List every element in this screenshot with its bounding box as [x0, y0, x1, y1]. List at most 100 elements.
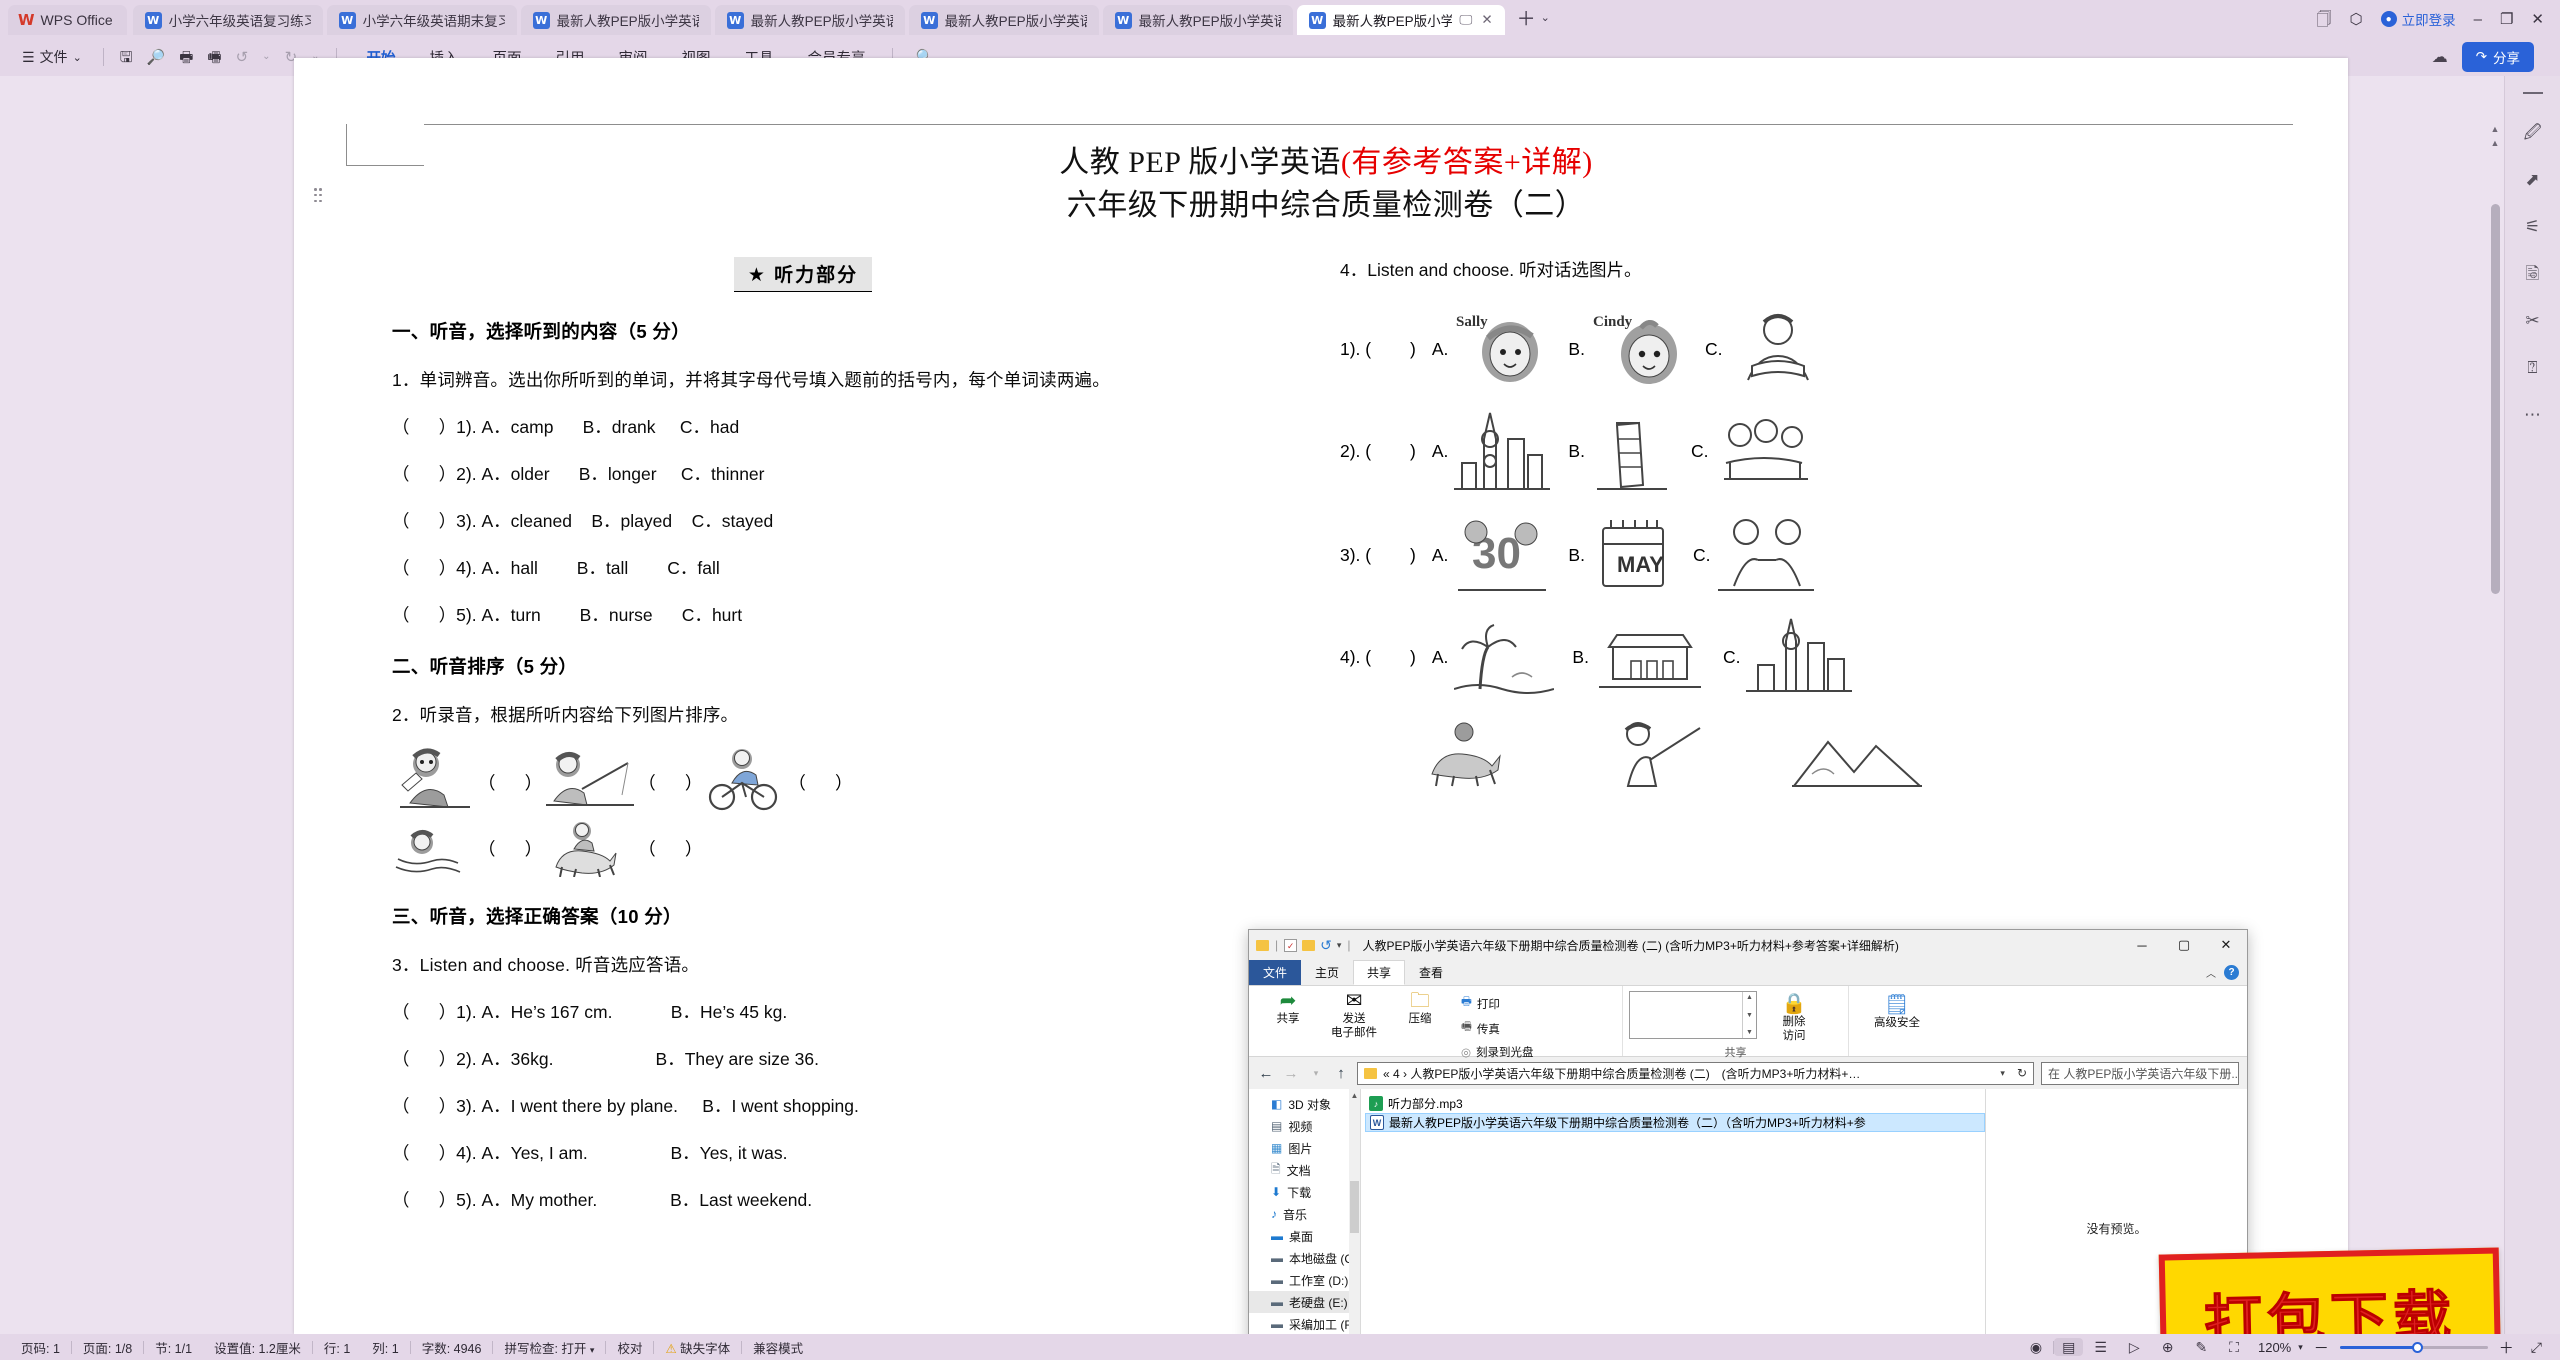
- zoom-level-label[interactable]: 120%: [2258, 1340, 2291, 1355]
- nav-item-local-disk-c[interactable]: ▬ 本地磁盘 (C:): [1249, 1247, 1360, 1269]
- web-view-icon[interactable]: ⊕: [2151, 1340, 2185, 1354]
- file-menu-button[interactable]: ☰ 文件 ⌄: [10, 47, 94, 67]
- nav-item-drive-f[interactable]: ▬ 采编加工 (F:): [1249, 1313, 1360, 1335]
- nav-item-drive-e[interactable]: ▬ 老硬盘 (E:): [1249, 1291, 1360, 1313]
- burn-to-disc-button[interactable]: ◎ 刻录到光盘: [1457, 1041, 1538, 1063]
- shield-icon[interactable]: ⬡: [2350, 12, 2363, 27]
- explorer-tab-share[interactable]: 共享: [1353, 960, 1406, 985]
- status-page-number[interactable]: 页码: 1: [10, 1338, 71, 1357]
- fullscreen-icon[interactable]: ⛶: [2218, 1340, 2250, 1354]
- address-input[interactable]: « 4 › 人教PEP版小学英语六年级下册期中综合质量检测卷 (二) (含听力M…: [1357, 1061, 2034, 1085]
- document-tab-3[interactable]: W 最新人教PEP版小学英语六年级下册期: [520, 5, 711, 35]
- play-icon[interactable]: ▷: [2118, 1340, 2151, 1354]
- nav-item-downloads[interactable]: ⬇ 下载: [1249, 1181, 1360, 1203]
- share-button[interactable]: ↷ 分享: [2461, 42, 2534, 72]
- save-icon[interactable]: 🖫: [113, 50, 140, 65]
- nav-item-music[interactable]: ♪ 音乐: [1249, 1203, 1360, 1225]
- cloud-icon[interactable]: ☁: [2432, 47, 2448, 67]
- status-row[interactable]: 行: 1: [313, 1338, 361, 1357]
- zoom-slider-track[interactable]: [2339, 1341, 2488, 1353]
- print-icon[interactable]: 🖶: [172, 50, 200, 65]
- zoom-out-button[interactable]: －: [2310, 1337, 2333, 1358]
- wps-office-home-tab[interactable]: W WPS Office: [8, 5, 127, 35]
- file-explorer-window[interactable]: | ✓ ↺ ▾ | 人教PEP版小学英语六年级下册期中综合质量检测卷 (二) (…: [1248, 929, 2248, 1360]
- status-word-count[interactable]: 字数: 4946: [411, 1338, 493, 1357]
- chevron-down-icon[interactable]: ▾: [2298, 1342, 2303, 1353]
- tab-close-icon[interactable]: ✕: [1481, 12, 1492, 28]
- restore-button[interactable]: ❐: [2500, 12, 2513, 27]
- nav-item-pictures[interactable]: ▦ 图片: [1249, 1137, 1360, 1159]
- minimize-button[interactable]: –: [2474, 12, 2482, 27]
- file-list-item-mp3[interactable]: ♪ 听力部分.mp3: [1365, 1094, 1985, 1113]
- address-dropdown-icon[interactable]: ▾: [2000, 1068, 2005, 1079]
- more-icon[interactable]: ⋯: [2524, 406, 2541, 423]
- back-icon[interactable]: ←: [1257, 1065, 1275, 1082]
- scrollbar-thumb[interactable]: [2491, 204, 2500, 594]
- nav-item-3d-objects[interactable]: ◧ 3D 对象: [1249, 1093, 1360, 1115]
- undo-dropdown-icon[interactable]: ⌄: [255, 52, 277, 62]
- document-tab-1[interactable]: W 小学六年级英语复习练习.docx: [132, 5, 323, 35]
- pen-icon[interactable]: ✎: [2184, 1340, 2218, 1354]
- up-icon[interactable]: ↑: [1332, 1065, 1350, 1082]
- status-compat-mode[interactable]: 兼容模式: [742, 1338, 814, 1357]
- scroll-more-arrow[interactable]: ▼: [1746, 1029, 1753, 1036]
- nav-item-desktop[interactable]: ▬ 桌面: [1249, 1225, 1360, 1247]
- outline-icon[interactable]: ☰: [2083, 1340, 2118, 1354]
- scroll-up-arrow[interactable]: ▲: [1746, 994, 1753, 1001]
- scroll-up-arrow[interactable]: ▲: [1350, 1091, 1359, 1100]
- status-section[interactable]: 节: 1/1: [144, 1338, 203, 1357]
- chevron-down-icon[interactable]: ▾: [1337, 940, 1342, 951]
- status-proofread[interactable]: 校对: [606, 1338, 653, 1357]
- file-list-item-docx[interactable]: W 最新人教PEP版小学英语六年级下册期中综合质量检测卷（二）（含听力MP3+听…: [1365, 1113, 1985, 1132]
- nav-item-documents[interactable]: 🗎 文档: [1249, 1159, 1360, 1181]
- explorer-tab-file[interactable]: 文件: [1249, 960, 1302, 985]
- new-tab-button[interactable]: ＋ ⌄: [1517, 4, 1550, 31]
- nav-scrollbar-thumb[interactable]: [1350, 1181, 1359, 1233]
- remove-access-button[interactable]: 🔒 删除 访问: [1765, 991, 1823, 1044]
- refresh-icon[interactable]: ↻: [2011, 1066, 2027, 1080]
- document-tab-7-active[interactable]: W 最新人教PEP版小学英语六年 🖵 ✕: [1296, 5, 1505, 35]
- paragraph-grip-icon[interactable]: [314, 188, 322, 202]
- forward-icon[interactable]: →: [1282, 1065, 1300, 1082]
- login-button[interactable]: ● 立即登录: [2380, 9, 2456, 29]
- new-folder-icon[interactable]: [1302, 939, 1316, 951]
- zoom-in-button[interactable]: ＋: [2495, 1337, 2518, 1358]
- settings-slider-icon[interactable]: ⚟: [2525, 218, 2540, 235]
- nav-item-videos[interactable]: ▤ 视频: [1249, 1115, 1360, 1137]
- cursor-icon[interactable]: ⬈: [2525, 171, 2539, 188]
- copy-icon[interactable]: 🗍: [2317, 12, 2332, 27]
- page-view-icon[interactable]: ▤: [2054, 1338, 2084, 1356]
- scroll-up-arrow[interactable]: ▲: [2488, 124, 2502, 134]
- nav-scrollbar[interactable]: ▲ ▼: [1349, 1089, 1360, 1360]
- document-tab-4[interactable]: W 最新人教PEP版小学英语六年级下册期: [714, 5, 905, 35]
- explorer-maximize-button[interactable]: ▢: [2163, 931, 2205, 960]
- status-missing-font[interactable]: ⚠ 缺失字体: [654, 1338, 741, 1357]
- status-setting-value[interactable]: 设置值: 1.2厘米: [203, 1338, 312, 1357]
- status-page-count[interactable]: 页面: 1/8: [72, 1338, 143, 1357]
- scroll-page-up-arrow[interactable]: ▲: [2488, 138, 2502, 148]
- recent-locations-icon[interactable]: ▾: [1307, 1068, 1325, 1079]
- explorer-tab-view[interactable]: 查看: [1405, 960, 1457, 985]
- explorer-minimize-button[interactable]: ─: [2121, 931, 2163, 960]
- share-with-listbox[interactable]: ▲ ▼ ▼: [1629, 991, 1757, 1039]
- fit-page-icon[interactable]: ⤢: [2525, 1339, 2542, 1356]
- document-tab-2[interactable]: W 小学六年级英语期末复习题.docx: [326, 5, 517, 35]
- zoom-slider-knob[interactable]: [2411, 1341, 2423, 1353]
- highlighter-icon[interactable]: 🖉: [2523, 124, 2541, 141]
- search-input[interactable]: 在 人教PEP版小学英语六年级下册... 🔍: [2041, 1061, 2239, 1085]
- vertical-scrollbar[interactable]: ▲ ▲: [2488, 76, 2502, 1334]
- collapse-ribbon-icon[interactable]: ︿: [2206, 965, 2216, 980]
- shape-icon[interactable]: 🗟: [2526, 265, 2540, 282]
- print-button[interactable]: 🖶 打印: [1457, 991, 1538, 1016]
- explorer-close-button[interactable]: ✕: [2205, 931, 2247, 960]
- eye-icon[interactable]: ◉: [2019, 1340, 2053, 1354]
- document-tab-5[interactable]: W 最新人教PEP版小学英语六年级下册期: [908, 5, 1099, 35]
- tools-icon[interactable]: ✂: [2525, 312, 2539, 329]
- search-doc-icon[interactable]: 🔎: [140, 50, 173, 65]
- minus-icon[interactable]: [2522, 92, 2543, 94]
- send-email-button[interactable]: ✉ 发送 电子邮件: [1325, 988, 1383, 1041]
- undo-icon[interactable]: ↺: [1320, 937, 1332, 954]
- scroll-down-arrow[interactable]: ▼: [1746, 1012, 1753, 1019]
- document-tab-6[interactable]: W 最新人教PEP版小学英语六年级下册期: [1102, 5, 1293, 35]
- status-spell-check[interactable]: 拼写检查: 打开 ▾: [493, 1338, 605, 1357]
